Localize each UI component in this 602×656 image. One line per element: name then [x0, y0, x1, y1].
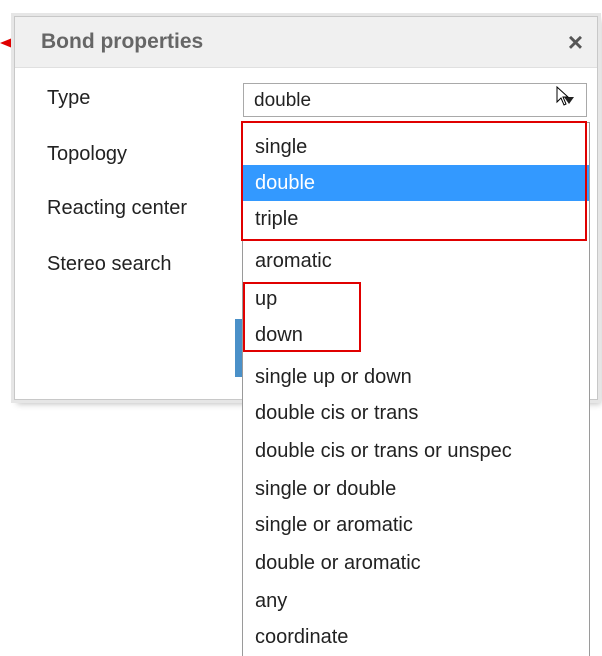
option-single-or-aromatic[interactable]: single or aromatic [243, 507, 589, 543]
close-icon[interactable]: × [568, 27, 583, 58]
option-single[interactable]: single [243, 129, 589, 165]
mouse-cursor-icon [556, 86, 570, 106]
option-single-up-or-down[interactable]: single up or down [243, 359, 589, 395]
option-double-cis-or-trans-or-unspec[interactable]: double cis or trans or unspec [243, 433, 589, 469]
option-coordinate[interactable]: coordinate [243, 619, 589, 655]
option-single-or-double[interactable]: single or double [243, 471, 589, 507]
option-any[interactable]: any [243, 583, 589, 619]
option-down[interactable]: down [243, 317, 589, 353]
type-select[interactable]: double [243, 83, 587, 117]
option-double-cis-or-trans[interactable]: double cis or trans [243, 395, 589, 431]
option-double-or-aromatic[interactable]: double or aromatic [243, 545, 589, 581]
topology-label: Topology [47, 143, 128, 165]
reacting-center-label: Reacting center [47, 197, 188, 219]
stereo-search-label: Stereo search [47, 253, 172, 275]
type-label: Type [47, 87, 91, 109]
type-dropdown-list: single double triple aromatic up down si… [242, 122, 590, 656]
type-select-value: double [254, 90, 312, 111]
dialog-header: Bond properties × [15, 17, 597, 68]
option-up[interactable]: up [243, 281, 589, 317]
option-triple[interactable]: triple [243, 201, 589, 237]
option-double[interactable]: double [243, 165, 589, 201]
dialog-title: Bond properties [41, 30, 204, 53]
option-aromatic[interactable]: aromatic [243, 243, 589, 279]
